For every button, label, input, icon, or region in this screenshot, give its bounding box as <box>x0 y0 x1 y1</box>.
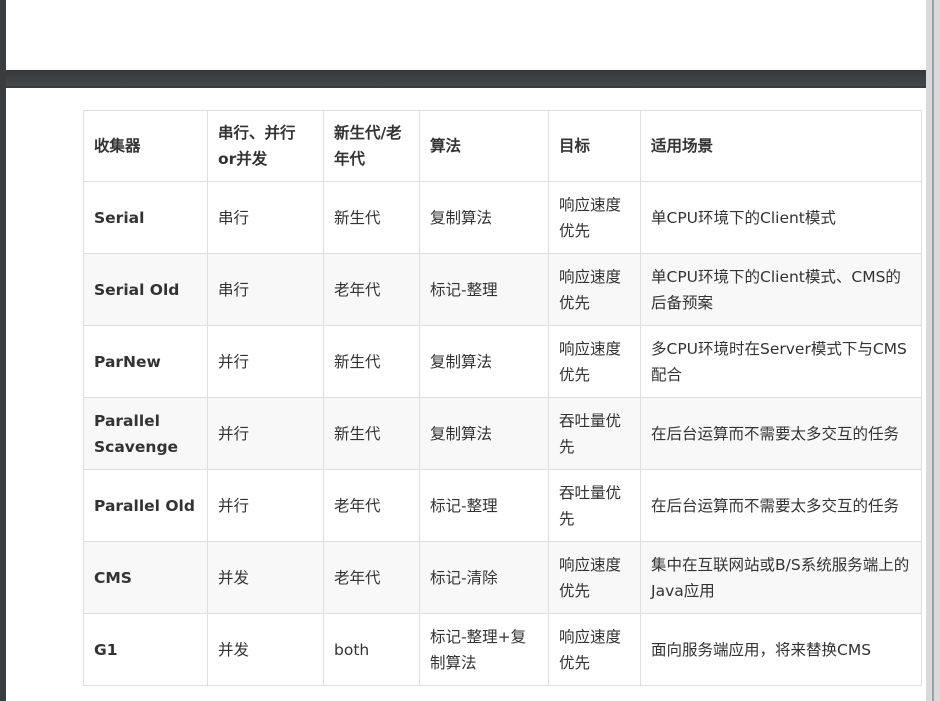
cell-collector: G1 <box>83 613 208 686</box>
cell-generation: 老年代 <box>323 253 420 326</box>
cell-goal: 响应速度优先 <box>548 325 641 398</box>
table-row: Serial 串行 新生代 复制算法 响应速度优先 单CPU环境下的Client… <box>83 181 922 254</box>
cell-algorithm: 标记-整理+复制算法 <box>419 613 549 686</box>
cell-mode: 并发 <box>207 541 324 614</box>
cell-algorithm: 复制算法 <box>419 397 549 470</box>
gc-collector-table: 收集器 串行、并行or并发 新生代/老年代 算法 目标 适用场景 Serial … <box>83 110 922 686</box>
cell-collector: Serial Old <box>83 253 208 326</box>
table-row: Parallel Scavenge 并行 新生代 复制算法 吞吐量优先 在后台运… <box>83 397 922 470</box>
cell-scenario: 集中在互联网站或B/S系统服务端上的Java应用 <box>640 541 922 614</box>
previous-content-card <box>6 0 926 70</box>
cell-scenario: 面向服务端应用，将来替换CMS <box>640 613 922 686</box>
cell-collector: Serial <box>83 181 208 254</box>
cell-mode: 串行 <box>207 253 324 326</box>
cell-scenario: 单CPU环境下的Client模式 <box>640 181 922 254</box>
cell-algorithm: 复制算法 <box>419 181 549 254</box>
table-row: ParNew 并行 新生代 复制算法 响应速度优先 多CPU环境时在Server… <box>83 325 922 398</box>
header-generation: 新生代/老年代 <box>323 110 420 182</box>
table-row: Serial Old 串行 老年代 标记-整理 响应速度优先 单CPU环境下的C… <box>83 253 922 326</box>
header-goal: 目标 <box>548 110 641 182</box>
cell-mode: 并发 <box>207 613 324 686</box>
header-collector: 收集器 <box>83 110 208 182</box>
cell-mode: 串行 <box>207 181 324 254</box>
table-header-row: 收集器 串行、并行or并发 新生代/老年代 算法 目标 适用场景 <box>83 110 922 182</box>
header-mode: 串行、并行or并发 <box>207 110 324 182</box>
cell-algorithm: 标记-整理 <box>419 469 549 542</box>
table-row: CMS 并发 老年代 标记-清除 响应速度优先 集中在互联网站或B/S系统服务端… <box>83 541 922 614</box>
cell-collector: ParNew <box>83 325 208 398</box>
cell-goal: 吞吐量优先 <box>548 469 641 542</box>
table-row: Parallel Old 并行 老年代 标记-整理 吞吐量优先 在后台运算而不需… <box>83 469 922 542</box>
cell-generation: 老年代 <box>323 541 420 614</box>
cell-scenario: 单CPU环境下的Client模式、CMS的后备预案 <box>640 253 922 326</box>
cell-scenario: 在后台运算而不需要太多交互的任务 <box>640 469 922 542</box>
cell-scenario: 在后台运算而不需要太多交互的任务 <box>640 397 922 470</box>
cell-goal: 响应速度优先 <box>548 253 641 326</box>
cell-generation: both <box>323 613 420 686</box>
card-gap <box>6 70 926 86</box>
cell-mode: 并行 <box>207 397 324 470</box>
cell-mode: 并行 <box>207 325 324 398</box>
cell-generation: 新生代 <box>323 325 420 398</box>
cell-collector: Parallel Old <box>83 469 208 542</box>
cell-goal: 响应速度优先 <box>548 181 641 254</box>
header-algorithm: 算法 <box>419 110 549 182</box>
scrollbar-edge <box>932 0 934 701</box>
cell-goal: 响应速度优先 <box>548 613 641 686</box>
table-row: G1 并发 both 标记-整理+复制算法 响应速度优先 面向服务端应用，将来替… <box>83 613 922 686</box>
cell-algorithm: 标记-整理 <box>419 253 549 326</box>
header-scenario: 适用场景 <box>640 110 922 182</box>
cell-collector: CMS <box>83 541 208 614</box>
cell-goal: 吞吐量优先 <box>548 397 641 470</box>
cell-scenario: 多CPU环境时在Server模式下与CMS配合 <box>640 325 922 398</box>
cell-generation: 老年代 <box>323 469 420 542</box>
cell-generation: 新生代 <box>323 397 420 470</box>
cell-algorithm: 标记-清除 <box>419 541 549 614</box>
cell-algorithm: 复制算法 <box>419 325 549 398</box>
content-card: 收集器 串行、并行or并发 新生代/老年代 算法 目标 适用场景 Serial … <box>6 88 926 701</box>
cell-collector: Parallel Scavenge <box>83 397 208 470</box>
cell-mode: 并行 <box>207 469 324 542</box>
cell-generation: 新生代 <box>323 181 420 254</box>
cell-goal: 响应速度优先 <box>548 541 641 614</box>
